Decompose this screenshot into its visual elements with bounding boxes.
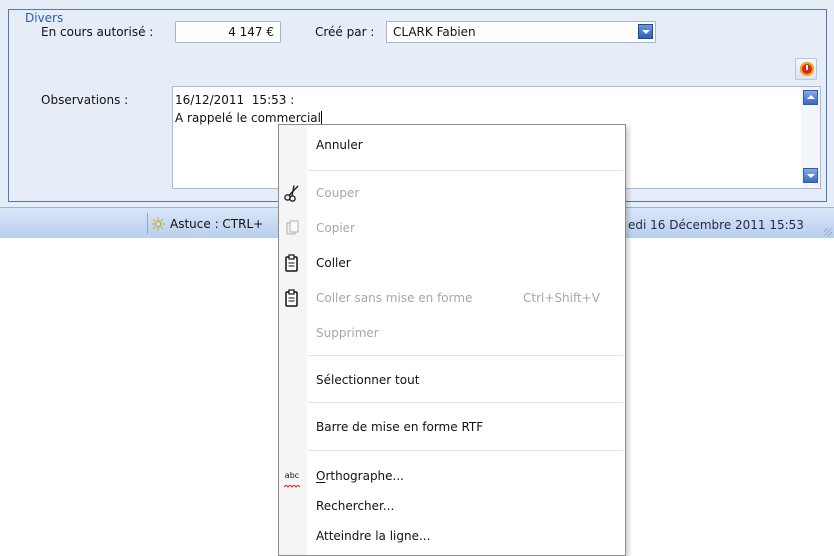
spellcheck-icon: abc [283,467,301,488]
menu-item-coller-sans-mise-en-forme[interactable]: Coller sans mise en forme Ctrl+Shift+V [279,285,625,311]
menu-item-label: Barre de mise en forme RTF [316,420,484,434]
menu-item-label: Atteindre la ligne... [316,529,431,543]
menu-separator [309,402,623,403]
groupbox-title: Divers [23,11,67,25]
paste-icon [285,289,298,307]
menu-item-supprimer[interactable]: Supprimer [279,320,625,346]
scissors-icon [284,185,299,202]
menu-item-orthographe[interactable]: abc Orthographe... [279,463,625,489]
lightbulb-icon [151,217,165,231]
scroll-down-icon[interactable] [803,168,818,183]
observations-scrollbar[interactable] [801,87,820,188]
menu-item-label: Coller sans mise en forme [316,291,473,305]
menu-item-shortcut: Ctrl+Shift+V [523,291,600,305]
text-caret [320,111,322,124]
context-menu: Annuler Couper Copier Coller Coller sans… [278,124,626,556]
observations-label: Observations : [41,93,129,107]
menu-separator [309,450,623,451]
resize-grip-icon[interactable] [824,228,832,236]
observations-text: 16/12/2011 15:53 : A rappelé le commerci… [175,93,321,125]
menu-item-annuler[interactable]: Annuler [279,132,625,158]
menu-item-rechercher[interactable]: Rechercher... [279,493,625,519]
menu-item-couper[interactable]: Couper [279,180,625,206]
copy-icon [286,220,299,235]
created-by-label: Créé par : [315,25,375,39]
authorized-label: En cours autorisé : [41,25,154,39]
menu-item-atteindre-la-ligne[interactable]: Atteindre la ligne... [279,523,625,549]
paste-icon [285,254,298,272]
spellcheck-icon-text: abc [284,471,300,480]
authorized-amount-field[interactable]: 4 147 € [175,21,281,43]
menu-item-label: Orthographe... [316,463,404,489]
menu-item-coller[interactable]: Coller [279,250,625,276]
created-by-select[interactable]: CLARK Fabien [386,21,656,43]
menu-item-barre-rtf[interactable]: Barre de mise en forme RTF [279,414,625,440]
clock-icon [800,62,814,76]
menu-separator [309,355,623,356]
menu-item-label-rest: rthographe... [325,469,404,483]
menu-item-label: Annuler [316,138,363,152]
menu-item-label: Copier [316,221,355,235]
scroll-up-icon[interactable] [803,90,818,105]
status-separator [147,213,148,234]
status-date: edi 16 Décembre 2011 15:53 [628,218,804,232]
chevron-down-icon[interactable] [638,24,653,39]
timestamp-button[interactable] [795,58,817,80]
menu-item-label: Sélectionner tout [316,373,420,387]
menu-item-copier[interactable]: Copier [279,215,625,241]
menu-item-label: Coller [316,256,351,270]
menu-item-selectionner-tout[interactable]: Sélectionner tout [279,367,625,393]
tip-text: Astuce : CTRL+ [170,217,264,231]
menu-item-label: Couper [316,186,360,200]
menu-item-label: Supprimer [316,326,379,340]
menu-separator [309,170,623,171]
created-by-value: CLARK Fabien [393,25,476,39]
menu-item-label: Rechercher... [316,499,395,513]
